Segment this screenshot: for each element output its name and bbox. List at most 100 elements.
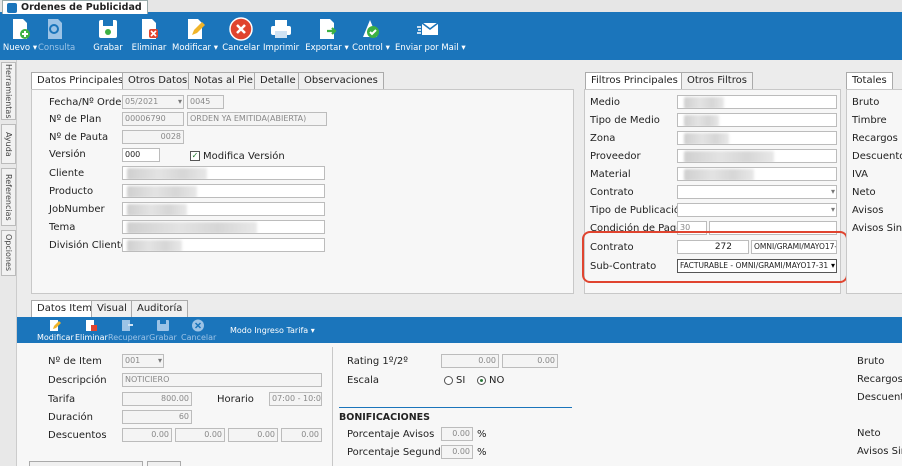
- item-total-bruto-label: Bruto: [857, 356, 885, 367]
- tab-otros-filtros[interactable]: Otros Filtros: [681, 72, 753, 89]
- proveedor-field[interactable]: [677, 149, 837, 163]
- tab-observaciones[interactable]: Observaciones: [298, 72, 384, 89]
- tipo-publicacion-label: Tipo de Publicación: [590, 205, 687, 216]
- porc-avisos-field[interactable]: 0.00: [441, 427, 473, 441]
- tema-field[interactable]: [122, 220, 325, 234]
- escala-si-radio[interactable]: [444, 376, 453, 385]
- item-total-avisos-sin-label: Avisos Sin: [857, 446, 902, 457]
- nitem-label: Nº de Item: [48, 356, 102, 367]
- rating-1-field[interactable]: 0.00: [441, 354, 499, 368]
- descripcion-field[interactable]: NOTICIERO: [122, 373, 322, 387]
- modify-button[interactable]: Modificar ▾: [171, 17, 219, 53]
- bottom-tab-stub-2[interactable]: [147, 461, 181, 466]
- descuento-3-field[interactable]: 0.00: [228, 428, 278, 442]
- sidebar-tab-opciones[interactable]: Opciones: [1, 230, 16, 276]
- edit-icon: [50, 320, 61, 331]
- descuento-4-field[interactable]: 0.00: [281, 428, 322, 442]
- item-save-button[interactable]: Grabar: [148, 319, 178, 342]
- escala-label: Escala: [347, 375, 380, 386]
- pauta-field[interactable]: 0028: [122, 130, 184, 144]
- zona-label: Zona: [590, 133, 616, 144]
- bottom-tab-stub[interactable]: [29, 461, 143, 466]
- redacted-value: [684, 97, 724, 108]
- tipo-publicacion-select[interactable]: ▾: [677, 203, 837, 217]
- redacted-value: [127, 186, 197, 197]
- item-modify-button[interactable]: Modificar: [37, 319, 74, 342]
- print-button[interactable]: Imprimir: [263, 17, 299, 53]
- escala-no-radio[interactable]: [477, 376, 486, 385]
- jobnumber-field[interactable]: [122, 202, 325, 216]
- total-descuentos-label: Descuentos: [852, 151, 902, 162]
- nitem-select[interactable]: 001 ▾: [122, 354, 164, 368]
- delete-button[interactable]: Eliminar: [131, 17, 167, 53]
- sidebar-tab-referencias[interactable]: Referencias: [1, 168, 16, 226]
- porc-segundos-label: Porcentaje Segundos: [347, 447, 453, 458]
- export-icon: [320, 19, 337, 39]
- window-tab-bar: Ordenes de Publicidad: [0, 0, 902, 14]
- contrato-select[interactable]: ▾: [677, 185, 837, 199]
- plan-status: ORDEN YA EMITIDA(ABIERTA): [187, 112, 327, 126]
- tab-datos-item[interactable]: Datos Item: [31, 300, 99, 317]
- rating-label: Rating 1º/2º: [347, 356, 408, 367]
- sidebar-tab-ayuda[interactable]: Ayuda: [1, 124, 16, 164]
- version-field[interactable]: 000: [122, 148, 160, 162]
- check-control-icon: [363, 20, 379, 38]
- new-button[interactable]: Nuevo ▾: [2, 17, 38, 53]
- tab-datos-principales[interactable]: Datos Principales: [31, 72, 130, 89]
- fecha-select[interactable]: 05/2021 ▾: [122, 95, 184, 109]
- tipo-medio-field[interactable]: [677, 113, 837, 127]
- zona-field[interactable]: [677, 131, 837, 145]
- total-avisos-label: Avisos: [852, 205, 884, 216]
- escala-no-label: NO: [489, 375, 505, 386]
- item-panel: Nº de Item 001 ▾ Descripción NOTICIERO Ta…: [17, 343, 902, 466]
- modo-ingreso-tarifa-button[interactable]: Modo Ingreso Tarifa ▾: [230, 326, 315, 335]
- redacted-value: [127, 240, 182, 251]
- printer-icon: [271, 20, 291, 38]
- bonificaciones-heading: BONIFICACIONES: [339, 412, 431, 423]
- orden-field[interactable]: 0045: [187, 95, 224, 109]
- porc-segundos-field[interactable]: 0.00: [441, 445, 473, 459]
- duracion-field[interactable]: 60: [122, 410, 192, 424]
- tab-otros-datos[interactable]: Otros Datos: [122, 72, 194, 89]
- item-delete-button[interactable]: Eliminar: [75, 319, 108, 342]
- item-total-descuento-label: Descuento: [857, 392, 902, 403]
- main-toolbar: Nuevo ▾ Consulta Grabar Eliminar Modific…: [0, 14, 902, 60]
- medio-field[interactable]: [677, 95, 837, 109]
- totales-panel: Bruto Timbre Recargos Descuentos IVA Net…: [846, 89, 902, 294]
- material-field[interactable]: [677, 167, 837, 181]
- export-button[interactable]: Exportar ▾: [305, 17, 349, 53]
- tarifa-field[interactable]: 800.00: [122, 392, 192, 406]
- item-recover-button[interactable]: Recuperar: [108, 319, 149, 342]
- plan-field[interactable]: 00006790: [122, 112, 184, 126]
- proveedor-label: Proveedor: [590, 151, 641, 162]
- horario-label: Horario: [217, 394, 254, 405]
- chevron-down-icon: ▾: [157, 356, 162, 365]
- tab-notas-al-pie[interactable]: Notas al Pie: [188, 72, 259, 89]
- horario-field[interactable]: 07:00 - 10:00: [269, 392, 322, 406]
- control-button[interactable]: Control ▾: [352, 17, 390, 53]
- item-cancel-button[interactable]: Cancelar: [181, 319, 216, 342]
- descuento-1-field[interactable]: 0.00: [122, 428, 172, 442]
- consulta-button[interactable]: Consulta: [38, 17, 75, 53]
- tab-auditoria[interactable]: Auditoría: [131, 300, 189, 317]
- tab-detalle[interactable]: Detalle: [254, 72, 302, 89]
- cancel-button[interactable]: Cancelar: [222, 17, 260, 53]
- modifica-version-checkbox[interactable]: ✓: [190, 151, 200, 161]
- producto-field[interactable]: [122, 184, 325, 198]
- cliente-field[interactable]: [122, 166, 325, 180]
- sidebar-tab-herramientas[interactable]: Herramientas: [1, 62, 16, 120]
- tarifa-label: Tarifa: [48, 394, 76, 405]
- tab-totales[interactable]: Totales: [846, 72, 893, 89]
- save-button[interactable]: Grabar: [92, 17, 124, 53]
- modifica-version-label: Modifica Versión: [203, 151, 285, 162]
- division-cliente-field[interactable]: [122, 238, 325, 252]
- tab-visual[interactable]: Visual: [91, 300, 133, 317]
- rating-2-field[interactable]: 0.00: [502, 354, 558, 368]
- tab-filtros-principales[interactable]: Filtros Principales: [585, 72, 684, 89]
- send-mail-button[interactable]: Enviar por Mail ▾: [395, 17, 466, 53]
- document-tab-title: Ordenes de Publicidad: [21, 2, 142, 13]
- descuento-2-field[interactable]: 0.00: [175, 428, 225, 442]
- porc-avisos-pct: %: [477, 429, 487, 440]
- redacted-value: [684, 169, 754, 180]
- document-tab[interactable]: Ordenes de Publicidad: [2, 0, 148, 14]
